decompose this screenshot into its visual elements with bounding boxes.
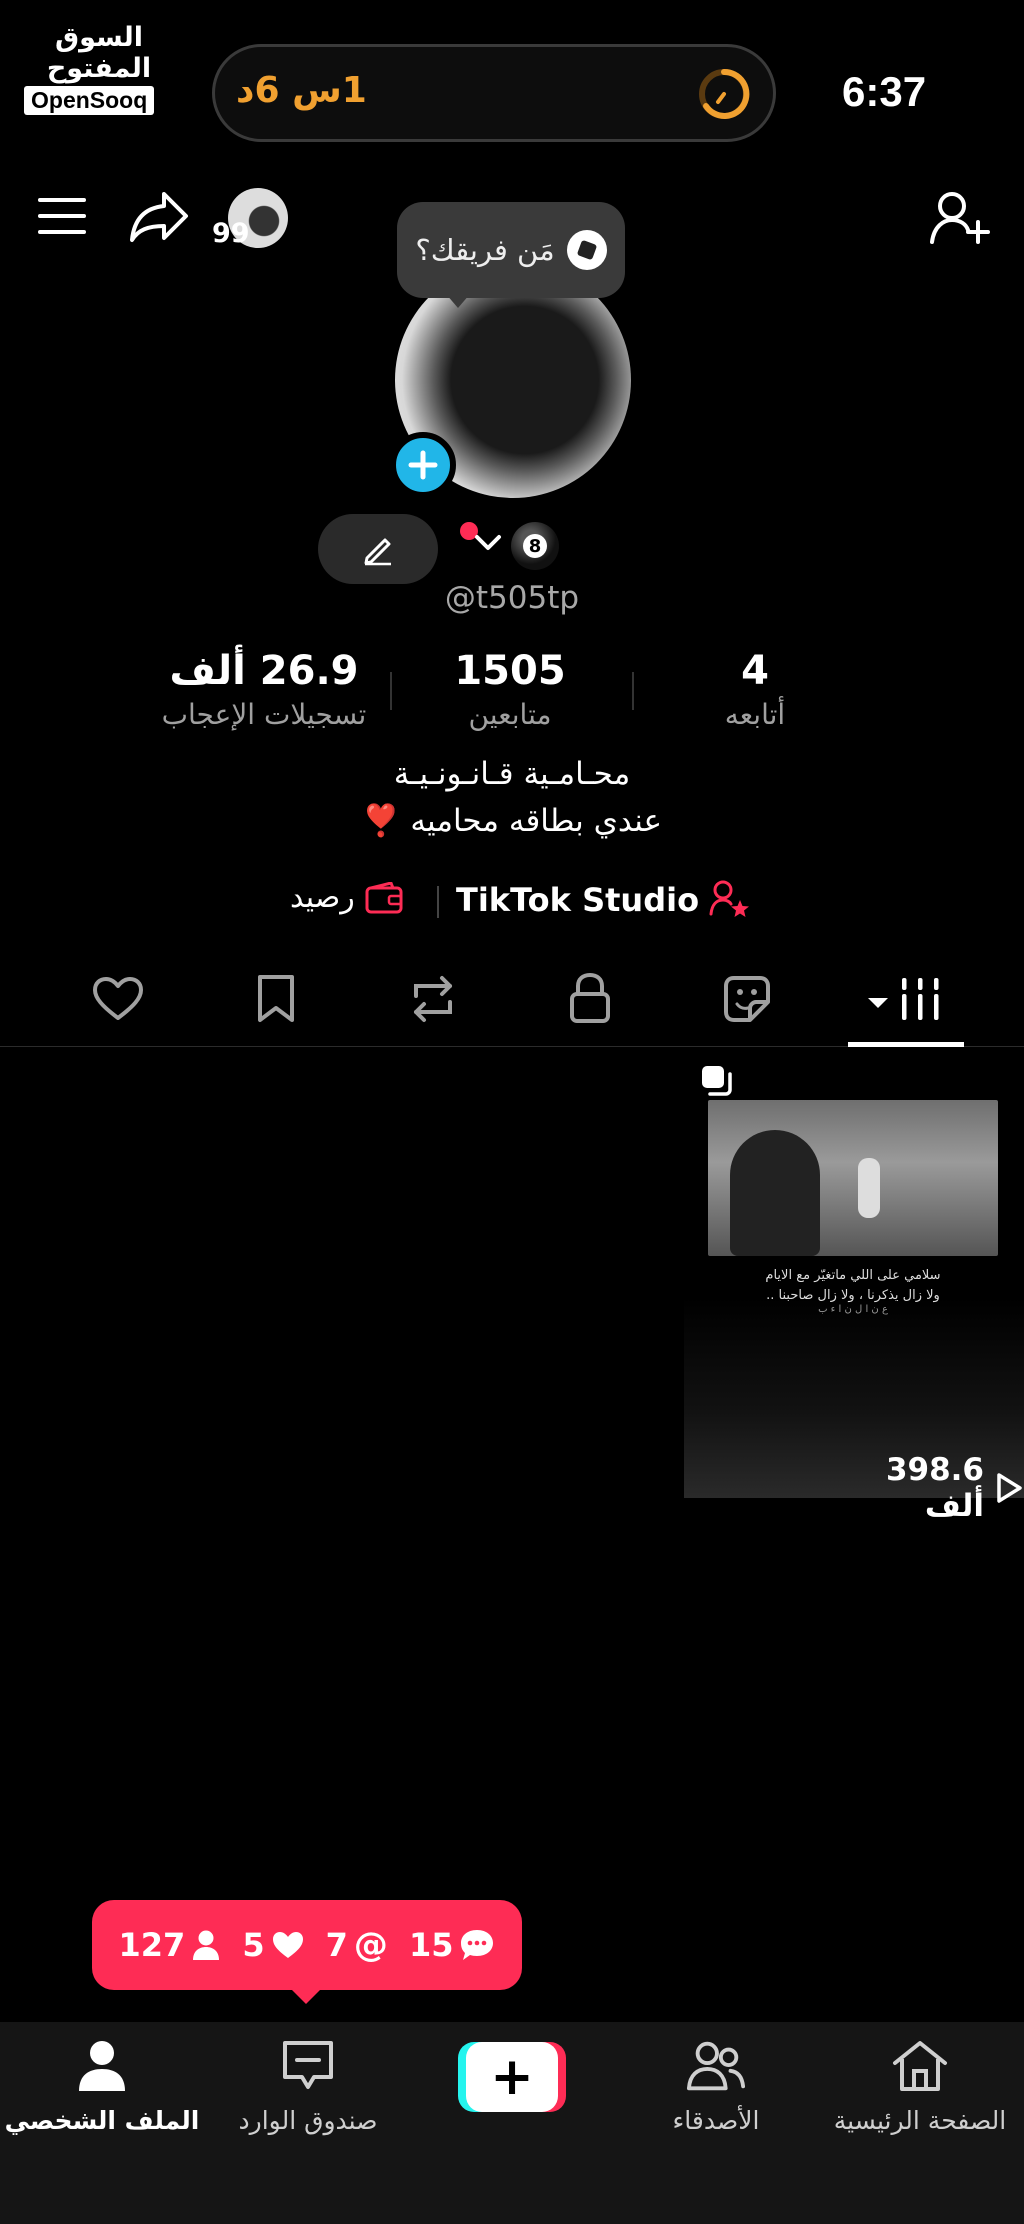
nav-profile-label: الملف الشخصي [4, 2106, 200, 2135]
creator-star-icon [709, 880, 750, 917]
balance-link[interactable]: رصيد [290, 880, 403, 915]
video-caption-line-2: ولا زال يذكرنا ، ولا زال صاحبنا .. [766, 1288, 940, 1303]
edit-profile-button[interactable] [318, 514, 438, 584]
bio-line-2: عندي بطاقه محاميه ❣️ [361, 803, 663, 839]
likes-notif-count: 5 [242, 1926, 265, 1964]
followers-count: 1505 [454, 648, 566, 694]
heart-icon [272, 1932, 303, 1958]
followers-stat[interactable]: 1505 متابعين [420, 648, 600, 731]
nav-profile[interactable]: الملف الشخصي [0, 2036, 204, 2135]
friends-icon [686, 2036, 746, 2096]
tiktok-studio-label: TikTok Studio [456, 881, 700, 919]
create-button[interactable]: + [458, 2042, 566, 2112]
watermark-arabic: السوق المفتوح [46, 22, 152, 84]
inbox-icon [278, 2036, 338, 2096]
bio-line-1: محـامـية قـانـونـيـة [393, 756, 631, 792]
bubble-tail [446, 294, 470, 308]
timer-ring-icon [696, 66, 752, 122]
nav-friends-label: الأصدقاء [672, 2106, 760, 2135]
avatar-bubble-text: مَن فريقك؟ [415, 233, 555, 267]
story-count: 99 [212, 218, 250, 249]
pool-ball-icon[interactable]: 8 [511, 522, 559, 570]
likes-count: 26.9 ألف [169, 648, 359, 694]
add-story-button[interactable] [390, 432, 456, 498]
pool-ball-number: 8 [523, 534, 547, 558]
active-tab-indicator [848, 1042, 964, 1047]
profile-icon [72, 2036, 132, 2096]
person-icon [193, 1930, 220, 1960]
followers-notif: 127 [119, 1926, 222, 1964]
avatar-bubble[interactable]: مَن فريقك؟ [397, 202, 625, 298]
comment-icon [461, 1930, 494, 1960]
username: @t505tp [444, 580, 580, 616]
video-caption-sub: ﻉ ﻥ ﺍ ﻝ ﻥ ﺍ ﺀ ﺏ [818, 1304, 888, 1315]
following-count: 4 [741, 648, 769, 694]
at-icon: @ [353, 1925, 388, 1965]
tab-stickers-sticker-icon[interactable] [722, 974, 772, 1024]
nav-inbox-label: صندوق الوارد [238, 2106, 378, 2135]
tab-videos-grid-icon[interactable] [866, 976, 948, 1022]
mentions-notif-count: 7 [325, 1926, 348, 1964]
video-caption-line-1: سلامي على اللي ماتغيّر مع الايام [765, 1268, 941, 1283]
nav-home[interactable]: الصفحة الرئيسية [818, 2036, 1022, 2135]
share-icon[interactable] [128, 190, 190, 244]
tab-saved-bookmark-icon[interactable] [256, 974, 296, 1024]
video-photo [708, 1100, 998, 1256]
multi-photo-icon [700, 1064, 736, 1098]
pencil-icon [364, 538, 391, 566]
balance-label: رصيد [290, 880, 355, 915]
video-views: 398.6 ألف [816, 1452, 1024, 1524]
chevron-down-icon[interactable] [473, 532, 503, 554]
likes-stat: 26.9 ألف تسجيلات الإعجاب [130, 648, 398, 731]
plus-icon [408, 450, 438, 480]
nav-home-label: الصفحة الرئيسية [833, 2106, 1007, 2135]
likes-label: تسجيلات الإعجاب [161, 698, 367, 731]
notification-pill-tail [288, 1986, 324, 2004]
watermark-english: OpenSooq [24, 86, 155, 115]
comments-notif: 15 [409, 1926, 496, 1964]
stat-divider [390, 672, 392, 710]
mentions-notif: 7 @ [326, 1925, 388, 1965]
add-user-icon[interactable] [930, 190, 990, 246]
menu-icon[interactable] [38, 196, 88, 236]
stat-divider [632, 672, 634, 710]
nav-inbox[interactable]: صندوق الوارد [206, 2036, 410, 2135]
screen-time-text: 1س 6د [236, 70, 367, 111]
wallet-icon [365, 881, 403, 913]
tab-private-lock-icon[interactable] [568, 972, 612, 1024]
home-icon [890, 2036, 950, 2096]
soccer-ball-icon [566, 230, 607, 270]
followers-label: متابعين [468, 698, 552, 731]
nav-friends[interactable]: الأصدقاء [614, 2036, 818, 2135]
tab-liked-heart-icon[interactable] [92, 976, 144, 1022]
activity-notification-pill[interactable]: 127 5 7 @ 15 [92, 1900, 522, 1990]
comments-notif-count: 15 [408, 1926, 454, 1964]
following-stat[interactable]: 4 أتابعه [680, 648, 830, 731]
followers-notif-count: 127 [118, 1926, 186, 1964]
play-icon [997, 1473, 1022, 1503]
video-caption: سلامي على اللي ماتغيّر مع الايام ولا زال… [700, 1266, 1006, 1306]
link-separator [437, 886, 439, 918]
status-time: 6:37 [842, 68, 927, 115]
following-label: أتابعه [724, 698, 786, 731]
opensooq-watermark: السوق المفتوح OpenSooq [24, 22, 174, 115]
create-plus-icon: + [466, 2042, 558, 2112]
tiktok-studio-link[interactable]: TikTok Studio [456, 880, 751, 920]
tab-reposts-repost-icon[interactable] [406, 974, 460, 1024]
video-views-count: 398.6 ألف [885, 1452, 984, 1524]
likes-notif: 5 [242, 1926, 304, 1964]
